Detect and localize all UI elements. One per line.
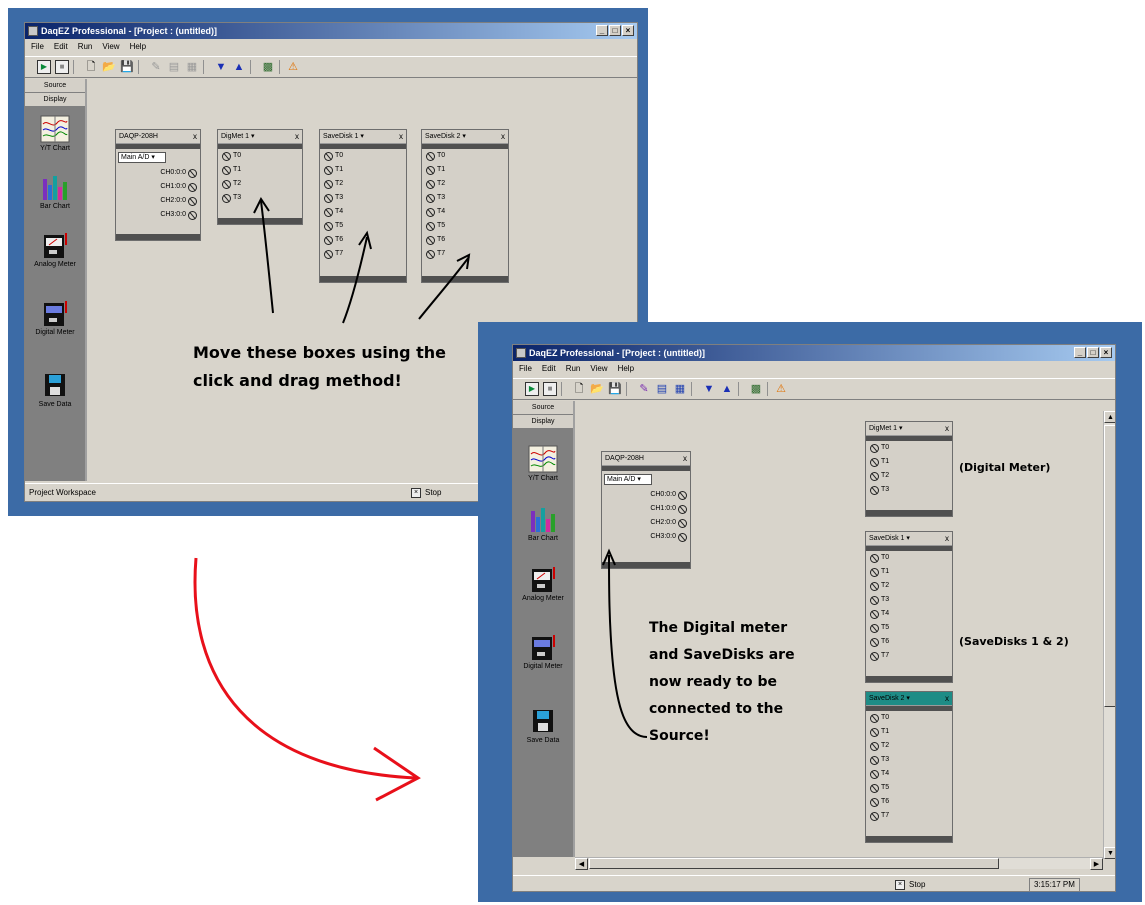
transition-arrow (193, 557, 421, 802)
